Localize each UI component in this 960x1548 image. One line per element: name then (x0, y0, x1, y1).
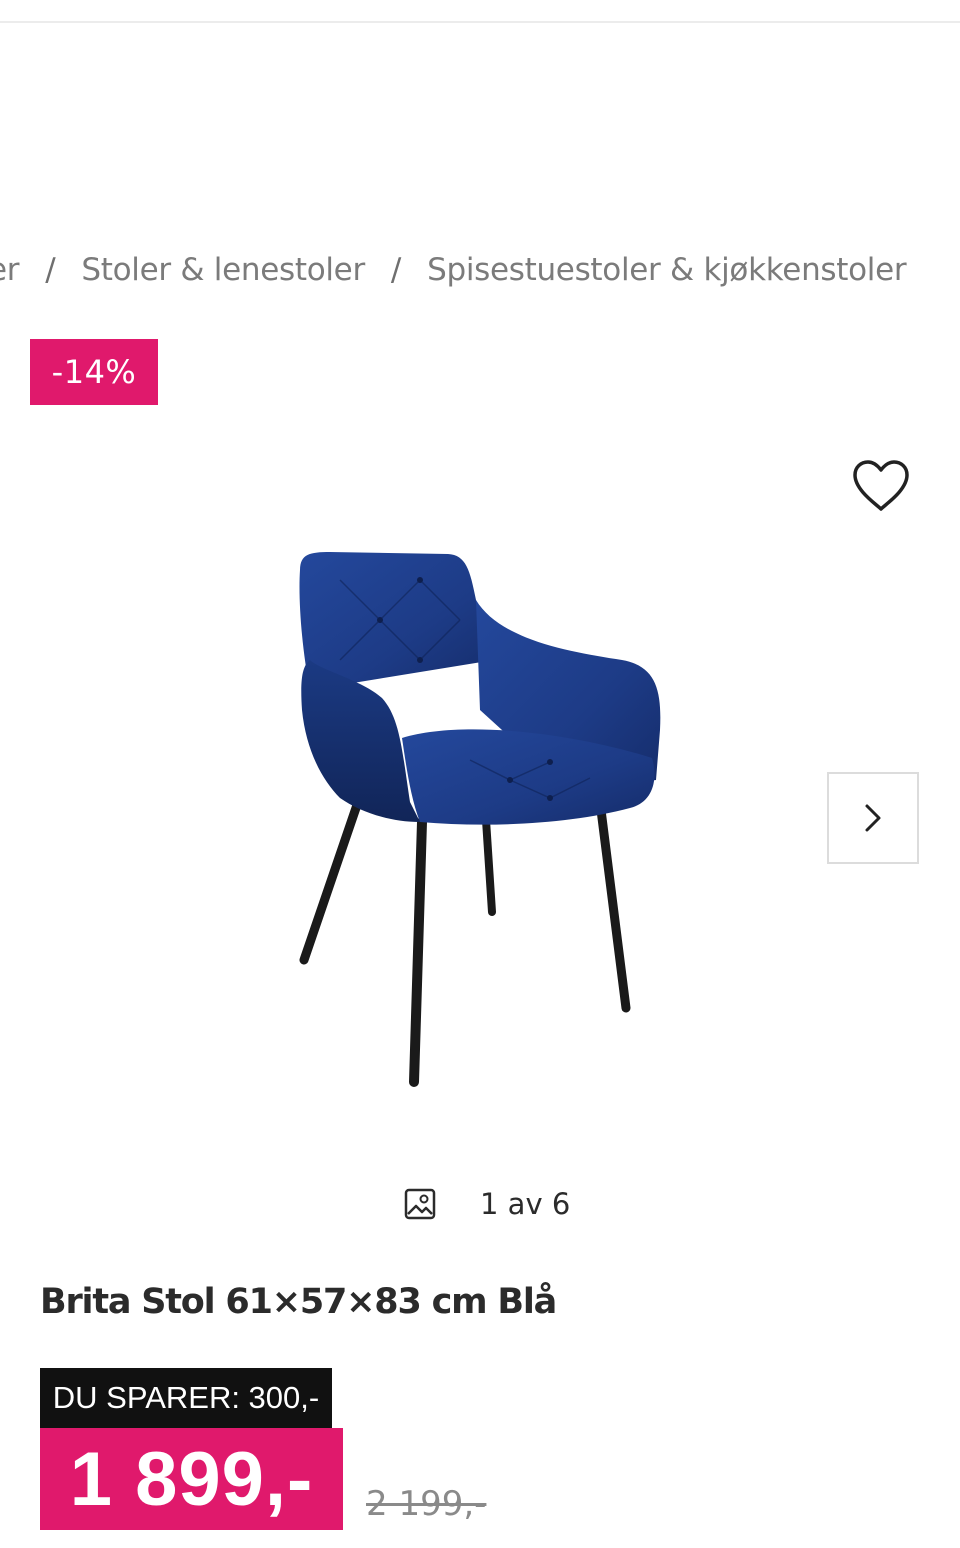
breadcrumb-item-chairs[interactable]: Stoler & lenestoler (81, 252, 365, 288)
savings-label: DU SPARER: 300,- (40, 1368, 332, 1428)
breadcrumb: er / Stoler & lenestoler / Spisestuestol… (0, 248, 907, 292)
top-divider (0, 21, 960, 23)
breadcrumb-separator: / (45, 252, 56, 288)
product-title: Brita Stol 61×57×83 cm Blå (40, 1282, 557, 1322)
product-image[interactable] (270, 540, 690, 1100)
image-counter-text: 1 av 6 (480, 1187, 571, 1221)
breadcrumb-separator: / (390, 252, 402, 288)
breadcrumb-item-dining-chairs[interactable]: Spisestuestoler & kjøkkenstoler (427, 252, 907, 288)
discount-badge: -14% (30, 339, 158, 405)
old-price: 2 199,- (366, 1484, 487, 1524)
breadcrumb-item-partial[interactable]: er (0, 252, 20, 288)
current-price: 1 899,- (40, 1428, 343, 1530)
chevron-right-icon (865, 804, 881, 832)
image-icon (404, 1188, 436, 1220)
next-image-button[interactable] (827, 772, 919, 864)
heart-outline-icon (853, 460, 909, 511)
favorite-button[interactable] (846, 452, 916, 518)
image-counter: 1 av 6 (404, 1180, 570, 1228)
chair-illustration (299, 552, 661, 1087)
